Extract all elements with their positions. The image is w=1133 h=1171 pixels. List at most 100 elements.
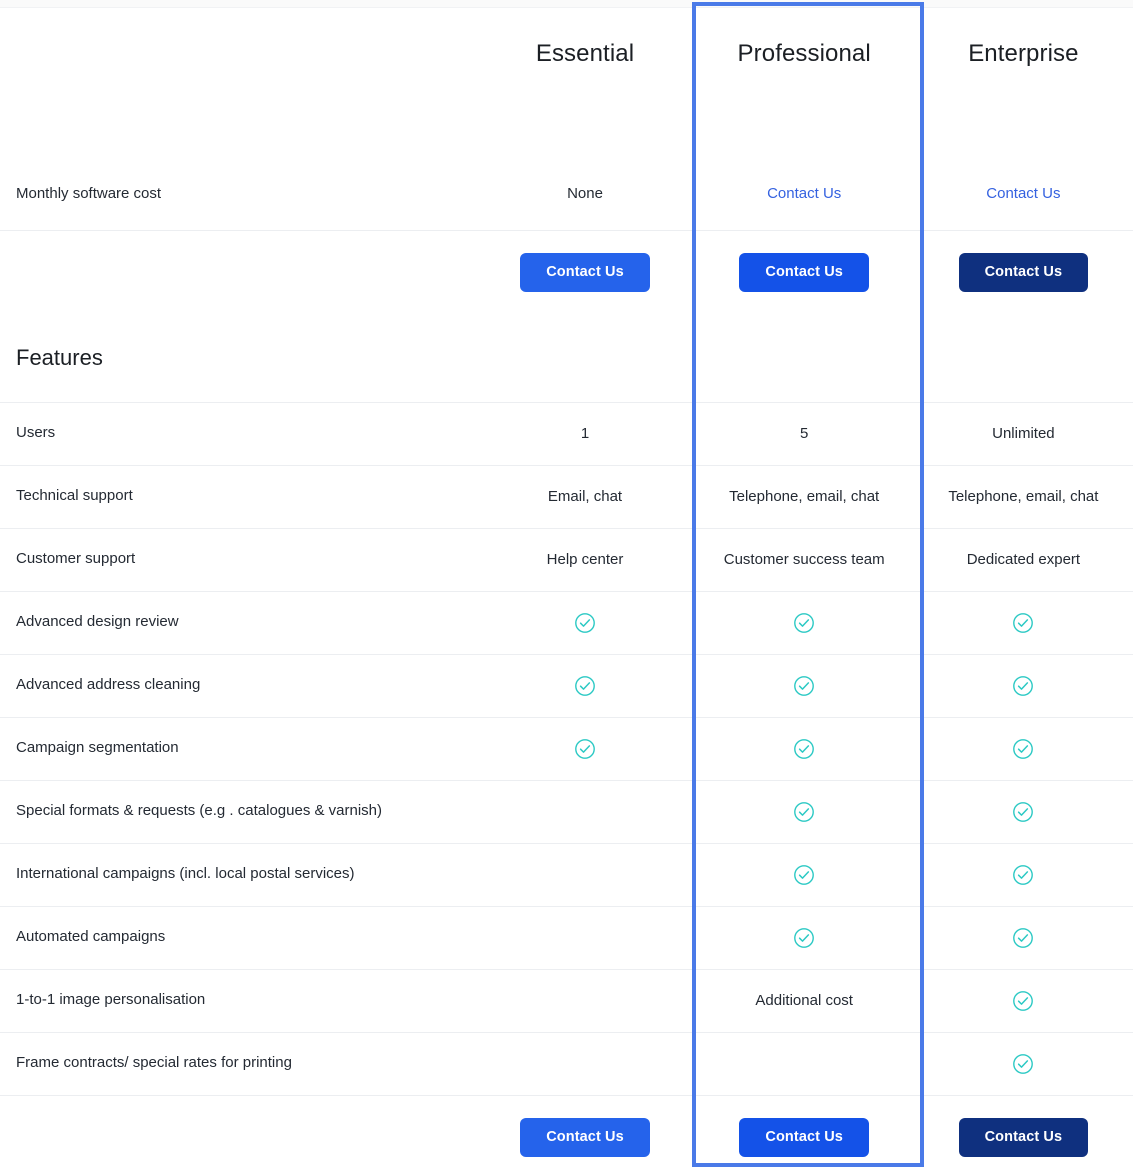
monthly-cost-value-essential: None — [567, 185, 603, 203]
features-section-row: Features — [0, 314, 1133, 403]
feature-cell-essential-empty — [475, 906, 695, 970]
check-circle-icon — [1012, 864, 1034, 886]
check-circle-icon — [1012, 675, 1034, 697]
monthly-cost-enterprise: Contact Us — [913, 158, 1133, 231]
check-circle-icon — [793, 612, 815, 634]
feature-label: 1-to-1 image personalisation — [0, 969, 476, 1033]
feature-label: Campaign segmentation — [0, 717, 476, 781]
cta-top-cell-enterprise: Contact Us — [914, 230, 1133, 314]
feature-label: Frame contracts/ special rates for print… — [0, 1032, 476, 1096]
feature-cell-essential — [475, 591, 695, 655]
cta-bottom-cell-essential: Contact Us — [475, 1095, 694, 1171]
cta-row-bottom: Contact Us Contact Us Contact Us — [0, 1095, 1133, 1171]
feature-cell-professional — [694, 591, 914, 655]
feature-cell-enterprise — [913, 843, 1133, 907]
monthly-cost-row: Monthly software cost None Contact Us Co… — [0, 158, 1133, 231]
feature-label: Customer support — [0, 528, 476, 592]
cta-bottom-cell-enterprise: Contact Us — [914, 1095, 1133, 1171]
feature-cell-enterprise — [913, 780, 1133, 844]
feature-cell-enterprise — [913, 906, 1133, 970]
check-circle-icon — [1012, 738, 1034, 760]
check-circle-icon — [1012, 612, 1034, 634]
check-circle-icon — [574, 738, 596, 760]
monthly-cost-link-enterprise[interactable]: Contact Us — [986, 185, 1060, 202]
feature-cell-essential-empty — [475, 1032, 695, 1096]
check-circle-icon — [574, 675, 596, 697]
feature-cell-enterprise — [913, 654, 1133, 718]
check-circle-icon — [793, 927, 815, 949]
feature-cell-professional: 5 — [694, 402, 914, 466]
cta-row-top: Contact Us Contact Us Contact Us — [0, 230, 1133, 314]
feature-cell-essential: Email, chat — [475, 465, 695, 529]
feature-cell-enterprise — [913, 591, 1133, 655]
feature-label: Advanced design review — [0, 591, 476, 655]
check-circle-icon — [1012, 1053, 1034, 1075]
pricing-comparison-page: Essential Professional Enterprise Monthl… — [0, 0, 1133, 1171]
feature-cell-essential: 1 — [475, 402, 695, 466]
check-circle-icon — [793, 801, 815, 823]
check-circle-icon — [574, 612, 596, 634]
pricing-comparison-table: Essential Professional Enterprise Monthl… — [0, 8, 1133, 1171]
feature-cell-professional — [694, 780, 914, 844]
feature-cell-professional — [694, 717, 914, 781]
feature-cell-professional: Customer success team — [694, 528, 914, 592]
feature-cell-professional — [694, 843, 914, 907]
header-spacer-cell — [0, 8, 475, 158]
feature-row: Advanced address cleaning — [0, 654, 1133, 718]
feature-cell-essential-empty — [475, 843, 695, 907]
feature-row: 1-to-1 image personalisation Additional c… — [0, 969, 1133, 1033]
feature-cell-enterprise — [913, 1032, 1133, 1096]
pricing-table-body: Essential Professional Enterprise Monthl… — [0, 8, 1133, 1171]
cta-bottom-cell-professional: Contact Us — [695, 1095, 914, 1171]
feature-label: Users — [0, 402, 476, 466]
contact-us-button-enterprise-top[interactable]: Contact Us — [958, 253, 1089, 292]
check-circle-icon — [793, 738, 815, 760]
contact-us-button-professional-top[interactable]: Contact Us — [739, 253, 869, 292]
feature-cell-essential — [475, 717, 695, 781]
feature-row: Automated campaigns — [0, 906, 1133, 970]
feature-cell-essential-empty — [475, 969, 695, 1033]
check-circle-icon — [793, 675, 815, 697]
contact-us-button-essential-top[interactable]: Contact Us — [520, 253, 650, 292]
monthly-cost-label: Monthly software cost — [0, 158, 476, 231]
check-circle-icon — [793, 864, 815, 886]
features-section-spacer-essential — [475, 314, 695, 403]
feature-label: Advanced address cleaning — [0, 654, 476, 718]
features-section-heading: Features — [0, 314, 476, 403]
plan-header-essential: Essential — [535, 40, 635, 67]
check-circle-icon — [1012, 927, 1034, 949]
feature-row: Users 1 5 Unlimited — [0, 402, 1133, 466]
monthly-cost-essential: None — [475, 158, 695, 231]
feature-cell-professional — [694, 654, 914, 718]
feature-row: Advanced design review — [0, 591, 1133, 655]
feature-row: Frame contracts/ special rates for print… — [0, 1032, 1133, 1096]
feature-cell-essential-empty — [475, 780, 695, 844]
feature-cell-professional: Telephone, email, chat — [694, 465, 914, 529]
feature-row: Customer support Help center Customer succ… — [0, 528, 1133, 592]
top-edge-band — [0, 0, 1133, 8]
feature-cell-essential: Help center — [475, 528, 695, 592]
plan-header-professional: Professional — [737, 40, 871, 67]
feature-cell-professional — [694, 906, 914, 970]
feature-cell-enterprise: Dedicated expert — [913, 528, 1133, 592]
cta-top-cell-professional: Contact Us — [695, 230, 914, 314]
feature-row: Technical support Email, chat Telephone, e… — [0, 465, 1133, 529]
cta-top-cell-essential: Contact Us — [475, 230, 694, 314]
feature-row: Special formats & requests (e.g . catalo… — [0, 780, 1133, 844]
feature-row: International campaigns (incl. local pos… — [0, 843, 1133, 907]
features-section-spacer-professional — [694, 314, 914, 403]
feature-label: Technical support — [0, 465, 476, 529]
feature-cell-enterprise — [913, 969, 1133, 1033]
feature-cell-enterprise: Telephone, email, chat — [913, 465, 1133, 529]
cta-bottom-spacer-cell — [0, 1095, 475, 1171]
plan-header-enterprise: Enterprise — [968, 40, 1079, 67]
feature-cell-enterprise: Unlimited — [913, 402, 1133, 466]
feature-label: Special formats & requests (e.g . catalo… — [0, 780, 476, 844]
contact-us-button-essential-bottom[interactable]: Contact Us — [520, 1118, 650, 1157]
contact-us-button-enterprise-bottom[interactable]: Contact Us — [958, 1118, 1089, 1157]
feature-cell-professional-empty — [694, 1032, 914, 1096]
monthly-cost-link-professional[interactable]: Contact Us — [767, 185, 841, 202]
feature-label: International campaigns (incl. local pos… — [0, 843, 476, 907]
contact-us-button-professional-bottom[interactable]: Contact Us — [739, 1118, 869, 1157]
monthly-cost-professional: Contact Us — [694, 158, 914, 231]
